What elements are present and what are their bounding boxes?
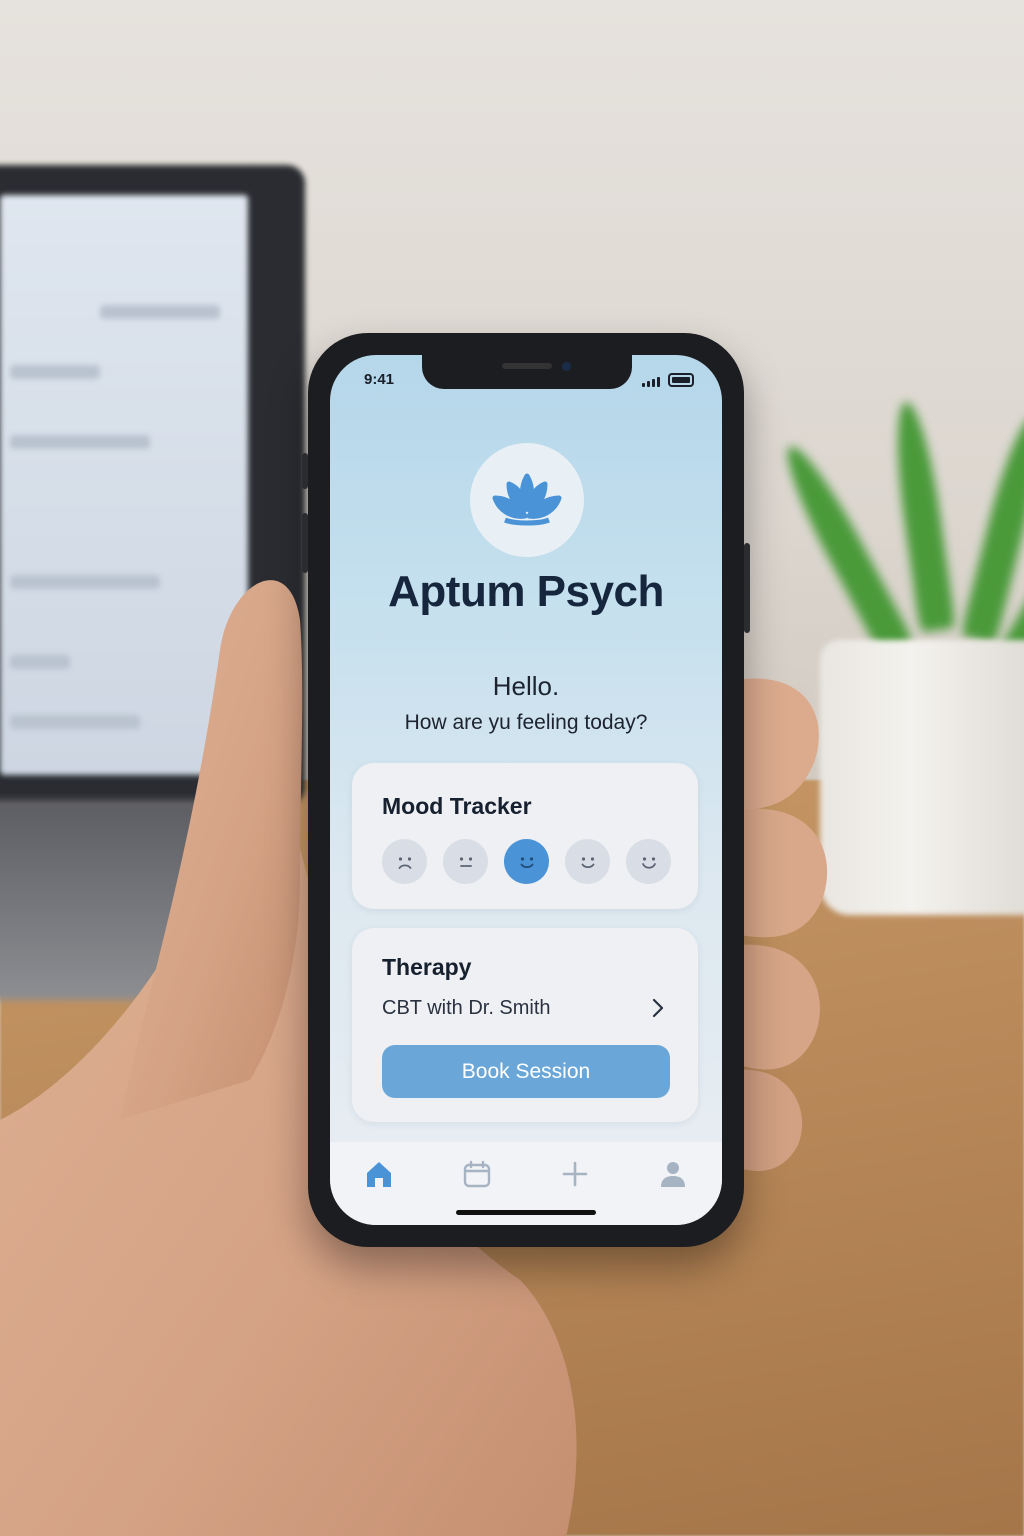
tab-home[interactable]: [359, 1154, 399, 1194]
mood-sad-button[interactable]: [382, 839, 427, 884]
therapy-card: Therapy CBT with Dr. Smith Book Session: [352, 928, 698, 1122]
lotus-icon: [492, 473, 562, 526]
calendar-icon: [463, 1160, 491, 1188]
signal-icon: [642, 377, 660, 387]
profile-icon: [661, 1162, 685, 1187]
app-logo: [470, 443, 584, 557]
app-screen: 9:41 Aptum Psych Hello. How are yu feeli…: [330, 355, 722, 1225]
status-time: 9:41: [364, 371, 395, 388]
sad-face-icon: [398, 856, 411, 869]
smartphone: 9:41 Aptum Psych Hello. How are yu feeli…: [302, 333, 750, 1247]
mood-neutral-button[interactable]: [443, 839, 488, 884]
neutral-face-icon: [459, 856, 472, 867]
tab-profile[interactable]: [653, 1154, 693, 1194]
plus-icon: [562, 1161, 588, 1187]
therapy-title: Therapy: [382, 954, 472, 980]
book-session-button[interactable]: Book Session: [382, 1045, 670, 1098]
therapy-session-link[interactable]: CBT with Dr. Smith: [382, 997, 551, 1020]
mood-tracker-card: Mood Tracker: [352, 763, 698, 909]
plant-pot: [820, 640, 1024, 915]
volume-up-button: [302, 513, 308, 573]
battery-icon: [668, 373, 694, 387]
app-title: Aptum Psych: [388, 567, 664, 616]
home-icon: [367, 1162, 391, 1187]
mood-happy-button[interactable]: [565, 839, 610, 884]
tab-calendar[interactable]: [457, 1154, 497, 1194]
chevron-right-icon[interactable]: [646, 996, 670, 1020]
happy-face-icon: [581, 856, 594, 868]
greeting-question: How are yu feeling today?: [404, 711, 648, 734]
mute-switch: [302, 453, 308, 489]
mood-content-button[interactable]: [504, 839, 549, 884]
greeting-hello: Hello.: [492, 671, 560, 701]
front-camera: [562, 362, 571, 371]
mood-options: [382, 839, 671, 884]
content-face-icon: [520, 856, 533, 868]
status-icons: [642, 373, 694, 387]
mood-tracker-title: Mood Tracker: [382, 793, 532, 819]
notch: [422, 355, 632, 389]
very-happy-face-icon: [641, 856, 656, 869]
home-indicator[interactable]: [456, 1210, 596, 1215]
mood-very-happy-button[interactable]: [626, 839, 671, 884]
tab-add[interactable]: [555, 1154, 595, 1194]
power-button: [744, 543, 750, 633]
